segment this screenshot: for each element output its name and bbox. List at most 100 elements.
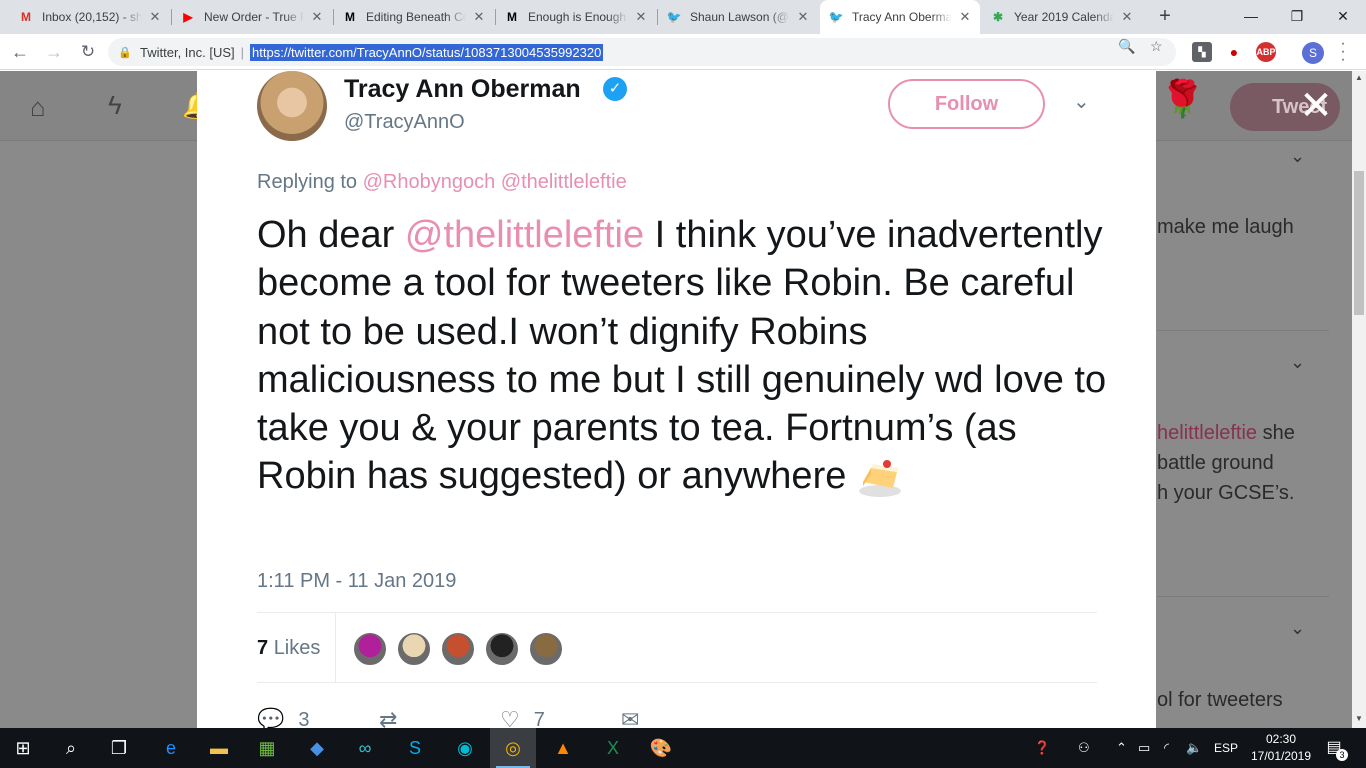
author-name[interactable]: Tracy Ann Oberman	[344, 75, 581, 104]
clock-time: 02:30	[1265, 732, 1297, 746]
likes-count[interactable]: 7 Likes	[257, 637, 320, 660]
scrollbar-thumb[interactable]	[1354, 171, 1364, 315]
medium-icon: M	[345, 10, 355, 24]
arduino-icon[interactable]: ∞	[342, 728, 388, 768]
tweet-text-part: Oh dear	[257, 214, 405, 256]
close-tab-icon[interactable]: ✕	[148, 9, 162, 25]
chevron-down-icon[interactable]: ⌄	[1290, 146, 1305, 167]
forward-button[interactable]: →	[42, 40, 66, 64]
chevron-down-icon[interactable]: ⌄	[1073, 89, 1090, 114]
liker-avatar[interactable]	[352, 631, 388, 667]
close-tab-icon[interactable]: ✕	[472, 9, 486, 25]
excel-icon[interactable]: X	[590, 728, 636, 768]
follow-button[interactable]: Follow	[888, 79, 1045, 129]
new-tab-button[interactable]: +	[1154, 5, 1176, 27]
volume-icon[interactable]: 🔈	[1186, 728, 1202, 768]
close-tab-icon[interactable]: ✕	[796, 9, 810, 25]
chevron-down-icon[interactable]: ⌄	[1290, 352, 1305, 373]
chevron-down-icon[interactable]: ⌄	[1290, 618, 1305, 639]
file-explorer-icon[interactable]: ▬	[196, 728, 242, 768]
minimize-button[interactable]: —	[1228, 0, 1274, 34]
rose-avatar-icon[interactable]: 🌹	[1160, 78, 1205, 128]
scroll-down-arrow-icon[interactable]: ▼	[1352, 714, 1366, 723]
tab-title: New Order - True F	[204, 10, 304, 24]
site-identity[interactable]: Twitter, Inc. [US]	[140, 45, 235, 60]
clock[interactable]: 02:30 17/01/2019	[1248, 731, 1314, 765]
close-modal-icon[interactable]: ✕	[1296, 84, 1336, 128]
tab-title: Inbox (20,152) - sh	[42, 10, 142, 24]
wifi-icon[interactable]: ◜	[1164, 728, 1169, 768]
browser-tab-strip: + — ❐ ✕ M Inbox (20,152) - sh ✕ ▶ New Order …	[0, 0, 1366, 34]
tab-title: Year 2019 Calenda	[1014, 10, 1114, 24]
address-separator: |	[240, 44, 245, 60]
close-tab-icon[interactable]: ✕	[634, 9, 648, 25]
task-view-icon[interactable]: ❐	[96, 728, 142, 768]
reply-mention-link[interactable]: @thelittleleftie	[501, 171, 627, 193]
side-mention-link[interactable]: helittleleftie	[1157, 422, 1257, 444]
close-tab-icon[interactable]: ✕	[310, 9, 324, 25]
browser-tab[interactable]: M Enough is Enough. ✕	[496, 0, 656, 34]
browser-tab[interactable]: M Inbox (20,152) - sh ✕	[10, 0, 170, 34]
side-tweet-snippet-2: helittleleftie she	[1157, 418, 1295, 448]
twitter-icon: 🐦	[828, 10, 844, 24]
reply-mention-link[interactable]: @Rhobyngoch	[363, 171, 496, 193]
notifications-icon[interactable]: ▤ 3	[1322, 737, 1348, 761]
browser-menu-icon[interactable]: · · ·	[1338, 36, 1348, 68]
windows-start-icon[interactable]: ⊞	[0, 728, 46, 768]
browser-tab[interactable]: ▶ New Order - True F ✕	[172, 0, 332, 34]
close-window-button[interactable]: ✕	[1320, 0, 1366, 34]
store-icon[interactable]: ▦	[244, 728, 290, 768]
search-icon[interactable]: ⌕	[48, 728, 94, 768]
maximize-button[interactable]: ❐	[1274, 0, 1320, 34]
divider	[257, 682, 1097, 683]
dropbox-icon[interactable]: ◆	[294, 728, 340, 768]
side-tweet-snippet-3: battle ground	[1157, 452, 1274, 474]
help-icon[interactable]: ❓	[1034, 728, 1050, 768]
divider	[257, 612, 1097, 613]
liker-avatar[interactable]	[396, 631, 432, 667]
bookmark-star-icon[interactable]: ☆	[1150, 38, 1163, 55]
people-icon[interactable]: ⚇	[1078, 728, 1090, 768]
profile-avatar[interactable]: S	[1302, 42, 1324, 64]
moments-lightning-icon[interactable]: ϟ	[108, 90, 122, 121]
back-button[interactable]: ←	[8, 40, 32, 64]
skype-icon[interactable]: S	[392, 728, 438, 768]
home-icon[interactable]: ⌂	[30, 92, 46, 123]
adblock-plus-icon[interactable]: ABP	[1256, 42, 1276, 62]
reload-button[interactable]: ↻	[76, 40, 100, 64]
browser-tab[interactable]: 🐦 Shaun Lawson (@c ✕	[658, 0, 818, 34]
verified-badge-icon: ✓	[603, 77, 627, 101]
side-divider	[1157, 596, 1329, 597]
tweet-timestamp[interactable]: 1:11 PM - 11 Jan 2019	[257, 570, 456, 593]
tab-title: Enough is Enough.	[528, 10, 628, 24]
liker-avatar[interactable]	[484, 631, 520, 667]
address-bar[interactable]: 🔒 Twitter, Inc. [US] | https://twitter.c…	[108, 38, 1176, 66]
page-scrollbar[interactable]: ▲ ▼	[1352, 71, 1366, 728]
close-tab-icon[interactable]: ✕	[958, 9, 972, 25]
chrome-icon[interactable]: ◎	[490, 728, 536, 768]
network-app-icon[interactable]: ◉	[442, 728, 488, 768]
author-handle[interactable]: @TracyAnnO	[344, 111, 465, 134]
paint-icon[interactable]: 🎨	[638, 728, 684, 768]
tab-title: Tracy Ann Oberma	[852, 10, 952, 24]
liker-avatar[interactable]	[528, 631, 564, 667]
chevron-up-icon[interactable]: ⌃	[1116, 728, 1127, 768]
language-indicator[interactable]: ESP	[1214, 728, 1238, 768]
browser-tab[interactable]: M Editing Beneath Co ✕	[334, 0, 494, 34]
extension-flag-icon[interactable]: ▚	[1192, 42, 1212, 62]
vlc-icon[interactable]: ▲	[540, 728, 586, 768]
edge-icon[interactable]: e	[148, 728, 194, 768]
scroll-up-arrow-icon[interactable]: ▲	[1352, 73, 1366, 82]
extension-circle-icon[interactable]: ●	[1224, 42, 1244, 62]
author-avatar[interactable]	[257, 71, 327, 141]
side-tweet-snippet-4: h your GCSE’s.	[1157, 482, 1295, 504]
url-text[interactable]: https://twitter.com/TracyAnnO/status/108…	[250, 43, 604, 61]
battery-icon[interactable]: ▭	[1138, 728, 1150, 768]
browser-tab[interactable]: ✱ Year 2019 Calenda ✕	[982, 0, 1142, 34]
close-tab-icon[interactable]: ✕	[1120, 9, 1134, 25]
replying-prefix: Replying to	[257, 171, 358, 193]
zoom-icon[interactable]: 🔍	[1118, 38, 1135, 55]
browser-tab[interactable]: 🐦 Tracy Ann Oberma ✕	[820, 0, 980, 34]
tweet-mention-link[interactable]: @thelittleleftie	[405, 214, 644, 256]
liker-avatar[interactable]	[440, 631, 476, 667]
